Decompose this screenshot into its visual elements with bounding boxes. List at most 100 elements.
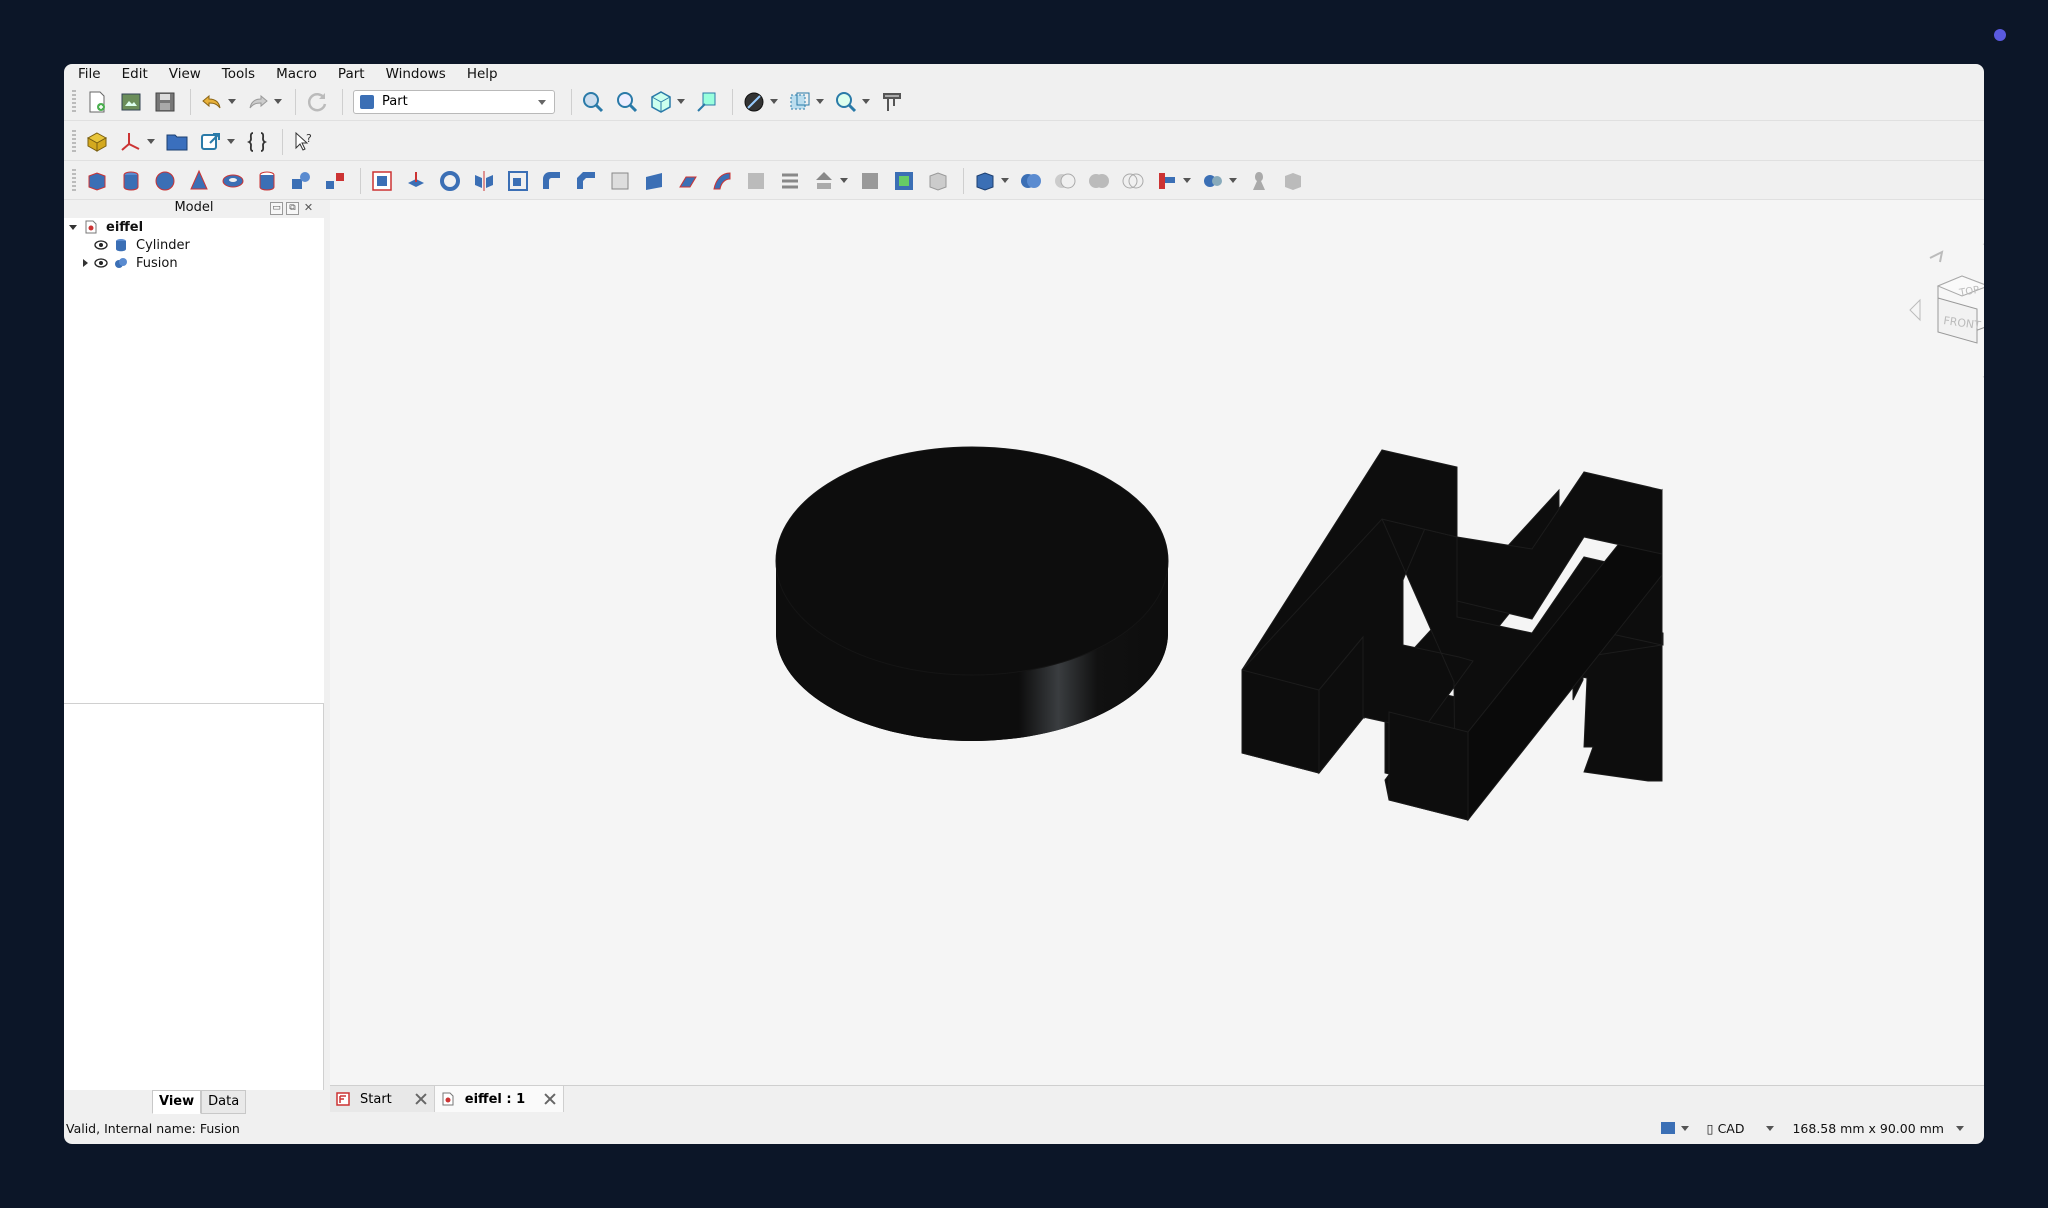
tree-item-cylinder[interactable]: Cylinder bbox=[84, 236, 190, 254]
part-ruled-surface-button[interactable] bbox=[639, 166, 669, 196]
cylinder-solid[interactable] bbox=[775, 446, 1169, 741]
navigation-style[interactable]: CAD bbox=[1718, 1121, 1745, 1136]
part-revolve-button[interactable] bbox=[435, 166, 465, 196]
toolbar-grip[interactable] bbox=[72, 89, 76, 114]
close-icon[interactable] bbox=[543, 1092, 557, 1106]
coordinate-dropdown-arrow[interactable] bbox=[146, 127, 156, 157]
part-check-geometry-button[interactable] bbox=[1244, 166, 1274, 196]
panel-close-button[interactable]: ✕ bbox=[302, 202, 315, 215]
compound-dropdown-arrow[interactable] bbox=[1000, 166, 1010, 196]
menu-file[interactable]: File bbox=[78, 66, 101, 82]
new-document-button[interactable] bbox=[82, 87, 112, 117]
tab-eiffel[interactable]: eiffel : 1 bbox=[434, 1086, 565, 1112]
part-extrude-button[interactable] bbox=[401, 166, 431, 196]
part-shape-builder-button[interactable] bbox=[320, 166, 350, 196]
fit-selection-button[interactable] bbox=[612, 87, 642, 117]
part-split-button[interactable] bbox=[1198, 166, 1228, 196]
save-document-button[interactable] bbox=[150, 87, 180, 117]
part-projection-button[interactable] bbox=[889, 166, 919, 196]
fusion-solid[interactable] bbox=[1241, 449, 1664, 822]
dimensions-readout[interactable]: 168.58 mm x 90.00 mm bbox=[1792, 1121, 1944, 1136]
tree-item-root[interactable]: eiffel bbox=[68, 218, 143, 236]
3d-viewport[interactable]: TOP FRONT Z Y X bbox=[330, 200, 1984, 1085]
part-cross-sections-button[interactable] bbox=[775, 166, 805, 196]
workbench-selector[interactable]: Part bbox=[353, 89, 555, 114]
menu-macro[interactable]: Macro bbox=[276, 66, 317, 82]
toolbar-grip[interactable] bbox=[72, 129, 76, 154]
menu-tools[interactable]: Tools bbox=[222, 66, 255, 82]
bounding-box-button[interactable] bbox=[692, 87, 722, 117]
create-group-button[interactable] bbox=[162, 127, 192, 157]
tree-item-fusion[interactable]: Fusion bbox=[84, 254, 178, 272]
menu-help[interactable]: Help bbox=[467, 66, 498, 82]
variable-set-button[interactable] bbox=[242, 127, 272, 157]
chevron-down-icon[interactable] bbox=[1680, 1125, 1689, 1131]
join-dropdown-arrow[interactable] bbox=[1182, 166, 1192, 196]
panel-float-button[interactable]: ▭ bbox=[270, 202, 283, 215]
box-selection-button[interactable] bbox=[785, 87, 815, 117]
menu-edit[interactable]: Edit bbox=[122, 66, 148, 82]
part-sphere-button[interactable] bbox=[150, 166, 180, 196]
eye-icon[interactable] bbox=[94, 258, 108, 268]
measure-dropdown-arrow[interactable] bbox=[861, 87, 871, 117]
menu-windows[interactable]: Windows bbox=[386, 66, 446, 82]
part-mirror-button[interactable] bbox=[469, 166, 499, 196]
part-make-face-button[interactable] bbox=[605, 166, 635, 196]
create-coordinate-system-button[interactable] bbox=[116, 127, 146, 157]
offset-dropdown-arrow[interactable] bbox=[839, 166, 849, 196]
chevron-down-icon[interactable] bbox=[1956, 1125, 1964, 1131]
undo-dropdown-arrow[interactable] bbox=[227, 87, 237, 117]
part-chamfer-button[interactable] bbox=[571, 166, 601, 196]
tab-view[interactable]: View bbox=[152, 1090, 202, 1114]
redo-button[interactable] bbox=[243, 87, 273, 117]
toolbar-grip[interactable] bbox=[72, 168, 76, 193]
draw-style-dropdown-arrow[interactable] bbox=[769, 87, 779, 117]
part-fillet-button[interactable] bbox=[537, 166, 567, 196]
menu-view[interactable]: View bbox=[169, 66, 201, 82]
refresh-button[interactable] bbox=[302, 87, 332, 117]
part-cylinder-button[interactable] bbox=[116, 166, 146, 196]
part-box-button[interactable] bbox=[82, 166, 112, 196]
part-thickness-button[interactable] bbox=[855, 166, 885, 196]
redo-dropdown-arrow[interactable] bbox=[273, 87, 283, 117]
expand-toggle[interactable] bbox=[68, 222, 78, 232]
fit-all-button[interactable] bbox=[578, 87, 608, 117]
box-selection-dropdown-arrow[interactable] bbox=[815, 87, 825, 117]
measure-zoom-button[interactable] bbox=[831, 87, 861, 117]
standard-views-button[interactable] bbox=[646, 87, 676, 117]
part-compound-button[interactable] bbox=[970, 166, 1000, 196]
measure-button[interactable] bbox=[877, 87, 907, 117]
part-section-button[interactable] bbox=[741, 166, 771, 196]
whats-this-button[interactable]: ? bbox=[289, 127, 319, 157]
color-swatch-icon[interactable] bbox=[1660, 1122, 1675, 1134]
link-dropdown-arrow[interactable] bbox=[226, 127, 236, 157]
part-torus-button[interactable] bbox=[218, 166, 248, 196]
eye-icon[interactable] bbox=[94, 240, 108, 250]
tab-start[interactable]: Start bbox=[330, 1086, 435, 1112]
part-cut-button[interactable] bbox=[1050, 166, 1080, 196]
menu-part[interactable]: Part bbox=[338, 66, 365, 82]
create-part-button[interactable] bbox=[82, 127, 112, 157]
open-document-button[interactable] bbox=[116, 87, 146, 117]
undo-button[interactable] bbox=[197, 87, 227, 117]
part-sweep-button[interactable] bbox=[707, 166, 737, 196]
navigation-cube[interactable]: TOP FRONT bbox=[1909, 236, 1984, 385]
expand-toggle[interactable] bbox=[80, 258, 90, 268]
part-offset-button[interactable] bbox=[809, 166, 839, 196]
split-dropdown-arrow[interactable] bbox=[1228, 166, 1238, 196]
part-cone-button[interactable] bbox=[184, 166, 214, 196]
standard-views-dropdown-arrow[interactable] bbox=[676, 87, 686, 117]
tab-data[interactable]: Data bbox=[201, 1090, 247, 1114]
part-common-button[interactable] bbox=[1118, 166, 1148, 196]
panel-restore-button[interactable]: ⧉ bbox=[286, 202, 299, 215]
part-parametric-button[interactable] bbox=[367, 166, 397, 196]
part-defeaturing-button[interactable] bbox=[1278, 166, 1308, 196]
draw-style-button[interactable] bbox=[739, 87, 769, 117]
part-join-button[interactable] bbox=[1152, 166, 1182, 196]
part-tube-button[interactable] bbox=[252, 166, 282, 196]
part-color-per-face-button[interactable] bbox=[923, 166, 953, 196]
chevron-down-icon[interactable] bbox=[1766, 1125, 1775, 1131]
part-boolean-button[interactable] bbox=[1016, 166, 1046, 196]
part-loft-button[interactable] bbox=[673, 166, 703, 196]
part-scale-button[interactable] bbox=[503, 166, 533, 196]
